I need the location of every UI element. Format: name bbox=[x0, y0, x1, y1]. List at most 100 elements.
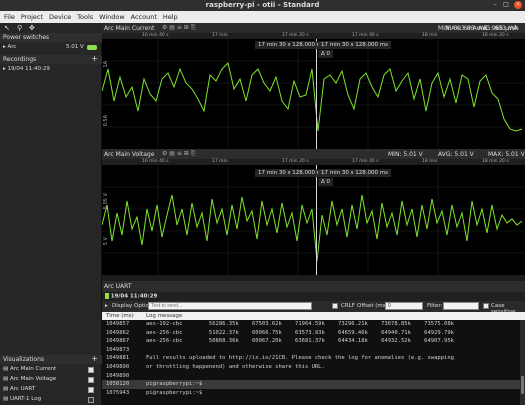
ruler-label: 18 min bbox=[422, 159, 438, 164]
voltage-panel-title: Arc Main Voltage bbox=[104, 151, 155, 158]
menu-tools[interactable]: Tools bbox=[73, 11, 93, 21]
visualization-item[interactable]: ▤ Arc UART bbox=[0, 385, 102, 394]
voltage-max: MAX: 5.01 V bbox=[488, 151, 525, 158]
visualization-checkbox[interactable] bbox=[88, 387, 94, 393]
row-message: aes-192-cbc 56286.35k 67503.62k 71964.59… bbox=[146, 321, 454, 327]
current-energy: E: 965 µWh bbox=[484, 25, 519, 32]
y-axis-label: 5.05 V bbox=[103, 193, 109, 210]
cursor-line[interactable] bbox=[316, 165, 317, 275]
row-message: pi@raspberrypi:~$ bbox=[146, 381, 203, 388]
visualization-label: Arc Main Current bbox=[9, 366, 57, 372]
close-icon[interactable]: × bbox=[514, 1, 522, 9]
cursor-time-label: 17 min 30 s 128.000 ms bbox=[255, 41, 328, 49]
visualization-checkbox[interactable] bbox=[88, 397, 94, 403]
sidebar: Power switches ▸ Arc 5.01 V Recordings +… bbox=[0, 33, 102, 405]
menu-help[interactable]: Help bbox=[159, 11, 178, 21]
row-message: aes-256-cbc 51022.37k 60066.75k 63573.93… bbox=[146, 329, 454, 336]
chart-icon: ▤ bbox=[3, 396, 10, 402]
cursor-time-label: 17 min 30 s 128.000 ms bbox=[318, 169, 391, 177]
voltage-trace-svg bbox=[102, 165, 525, 275]
recordings-label: Recordings bbox=[3, 56, 37, 63]
ruler-label: 16 min 40 s bbox=[142, 33, 169, 38]
crlf-label: CRLF bbox=[341, 303, 355, 309]
filter-label: Filter: bbox=[427, 303, 443, 309]
panel-controls-icon[interactable]: ⚙ ▤ ≡ ⊞ ⎘ bbox=[162, 24, 196, 32]
log-table-header: Time (ms) Log message bbox=[102, 312, 525, 320]
ruler-label: 17 min 40 s bbox=[352, 33, 379, 38]
cursor-delta: Δ 0 bbox=[318, 50, 334, 58]
pointer-icon[interactable]: ↖ bbox=[4, 24, 10, 32]
table-row[interactable]: 1049862 aes-256-cbc 51022.37k 60066.75k 6… bbox=[102, 329, 520, 338]
menu-project[interactable]: Project bbox=[17, 11, 43, 21]
chart-icon: ▤ bbox=[3, 366, 10, 372]
row-time: 1049867 bbox=[106, 338, 130, 345]
table-row[interactable]: 1049881 Full results uploaded to http://i… bbox=[102, 354, 520, 363]
log-scrollbar[interactable] bbox=[520, 320, 525, 405]
zoom-icon[interactable]: ⚲ bbox=[17, 24, 22, 32]
add-visualization-icon[interactable]: + bbox=[91, 354, 98, 363]
row-time: 1049873 bbox=[106, 346, 130, 353]
ruler-label: 17 min bbox=[212, 159, 228, 164]
recording-item[interactable]: ▸ 19/04 11:40:29 bbox=[0, 65, 102, 74]
voltage-panel-header: Arc Main Voltage ⚙ ▤ ≡ ⊞ ⎘ MIN: 5.01 V A… bbox=[102, 149, 525, 159]
send-text-input[interactable] bbox=[148, 302, 312, 310]
voltage-plot[interactable]: 17 min 30 s 128.000 ms 17 min 30 s 128.0… bbox=[102, 165, 525, 275]
table-row[interactable]: 1049873 bbox=[102, 346, 520, 355]
ruler-label: 17 min 40 s bbox=[352, 159, 379, 164]
current-trace bbox=[102, 62, 523, 132]
scrollbar-thumb[interactable] bbox=[521, 376, 524, 394]
table-row[interactable]: 1050120 pi@raspberrypi:~$ bbox=[102, 380, 520, 389]
log-table[interactable]: 1049857 aes-192-cbc 56286.35k 67503.62k 7… bbox=[102, 320, 525, 405]
table-row[interactable]: 1049867 aes-256-cbc 50868.36k 60067.20k 6… bbox=[102, 337, 520, 346]
voltage-min: MIN: 5.01 V bbox=[388, 151, 423, 158]
pan-icon[interactable]: ✥ bbox=[29, 24, 35, 32]
ruler-label: 17 min bbox=[212, 33, 228, 38]
add-recording-icon[interactable]: + bbox=[91, 54, 98, 63]
recordings-header: Recordings + bbox=[0, 54, 102, 64]
case-sensitive-checkbox[interactable] bbox=[483, 303, 489, 309]
offset-input[interactable] bbox=[385, 302, 423, 310]
menu-window[interactable]: Window bbox=[95, 11, 125, 21]
display-options-expand-icon[interactable]: ▸ bbox=[105, 303, 108, 309]
uart-panel-header: Arc UART bbox=[102, 281, 525, 292]
row-time: 1049890 bbox=[106, 364, 130, 370]
row-message: Full results uploaded to http://ix.io/21… bbox=[146, 355, 454, 362]
maximize-icon[interactable]: □ bbox=[502, 1, 510, 9]
recording-item-label: 19/04 11:40:29 bbox=[7, 66, 50, 72]
visualization-label: Arc UART bbox=[9, 386, 36, 392]
minimize-icon[interactable]: – bbox=[491, 1, 499, 9]
column-header-message[interactable]: Log message bbox=[146, 313, 182, 319]
menu-account[interactable]: Account bbox=[127, 11, 157, 21]
y-axis-label: 1A bbox=[103, 61, 109, 68]
filter-input[interactable] bbox=[443, 302, 479, 310]
current-trace-svg bbox=[102, 39, 525, 149]
visualizations-label: Visualizations bbox=[3, 356, 45, 363]
menu-device[interactable]: Device bbox=[45, 11, 71, 21]
table-row[interactable]: 1049890 bbox=[102, 372, 520, 381]
crlf-checkbox[interactable] bbox=[332, 303, 338, 309]
table-row[interactable]: 1049857 aes-192-cbc 56286.35k 67503.62k 7… bbox=[102, 320, 520, 329]
table-row[interactable]: 1049890 or throttling happenend) and othe… bbox=[102, 363, 520, 372]
arc-voltage: 5.01 V bbox=[66, 44, 84, 50]
current-panel-title: Arc Main Current bbox=[104, 25, 155, 32]
visualization-item[interactable]: ▤ UART-1 Log bbox=[0, 395, 102, 404]
visualization-label: Arc Main Voltage bbox=[9, 376, 57, 382]
visualization-checkbox[interactable] bbox=[88, 377, 94, 383]
uart-panel-title: Arc UART bbox=[104, 283, 132, 290]
visualization-checkbox[interactable] bbox=[88, 367, 94, 373]
visualization-item[interactable]: ▤ Arc Main Voltage bbox=[0, 375, 102, 384]
ruler-label: 18 min 20 s bbox=[482, 33, 509, 38]
menu-file[interactable]: File bbox=[0, 11, 15, 21]
table-row[interactable]: 1075943 pi@raspberrypi:~$ bbox=[102, 389, 520, 398]
visualization-label: UART-1 Log bbox=[9, 396, 42, 402]
current-plot[interactable]: 17 min 30 s 128.000 ms 17 min 30 s 128.0… bbox=[102, 39, 525, 149]
arc-toggle[interactable] bbox=[87, 45, 97, 50]
panel-controls-icon[interactable]: ⚙ ▤ ≡ ⊞ ⎘ bbox=[162, 150, 196, 158]
visualization-item[interactable]: ▤ Arc Main Current bbox=[0, 365, 102, 374]
uart-recording-row[interactable]: 19/04 11:40:29 bbox=[102, 292, 525, 301]
ruler-label: 18 min bbox=[422, 33, 438, 38]
column-header-time[interactable]: Time (ms) bbox=[106, 313, 134, 319]
power-switch-arc[interactable]: ▸ Arc 5.01 V bbox=[0, 43, 102, 52]
title-bar: raspberry-pi - otii - Standard – □ × bbox=[0, 0, 525, 11]
cursor-line[interactable] bbox=[316, 39, 317, 149]
